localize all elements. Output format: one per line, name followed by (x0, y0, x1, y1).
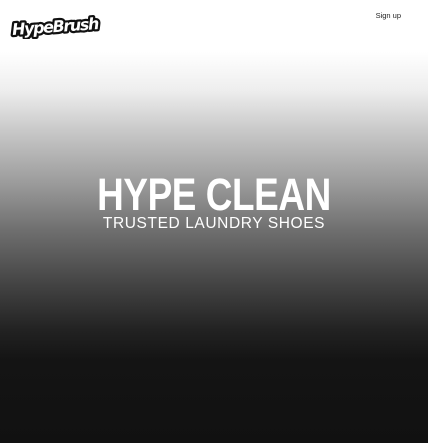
brand-logo-graphic: HypeBrush (9, 13, 102, 39)
hero-section: HYPE CLEAN TRUSTED LAUNDRY SHOES (0, 172, 428, 233)
signup-link[interactable]: Sign up (376, 11, 401, 20)
hero-background: HypeBrush Sign up HYPE CLEAN TRUSTED LAU… (0, 0, 428, 443)
top-bar: HypeBrush Sign up (0, 0, 428, 48)
logo-wordmark: HypeBrush (11, 14, 99, 39)
hero-title: HYPE CLEAN (97, 169, 331, 220)
brand-logo[interactable]: HypeBrush (9, 13, 103, 39)
